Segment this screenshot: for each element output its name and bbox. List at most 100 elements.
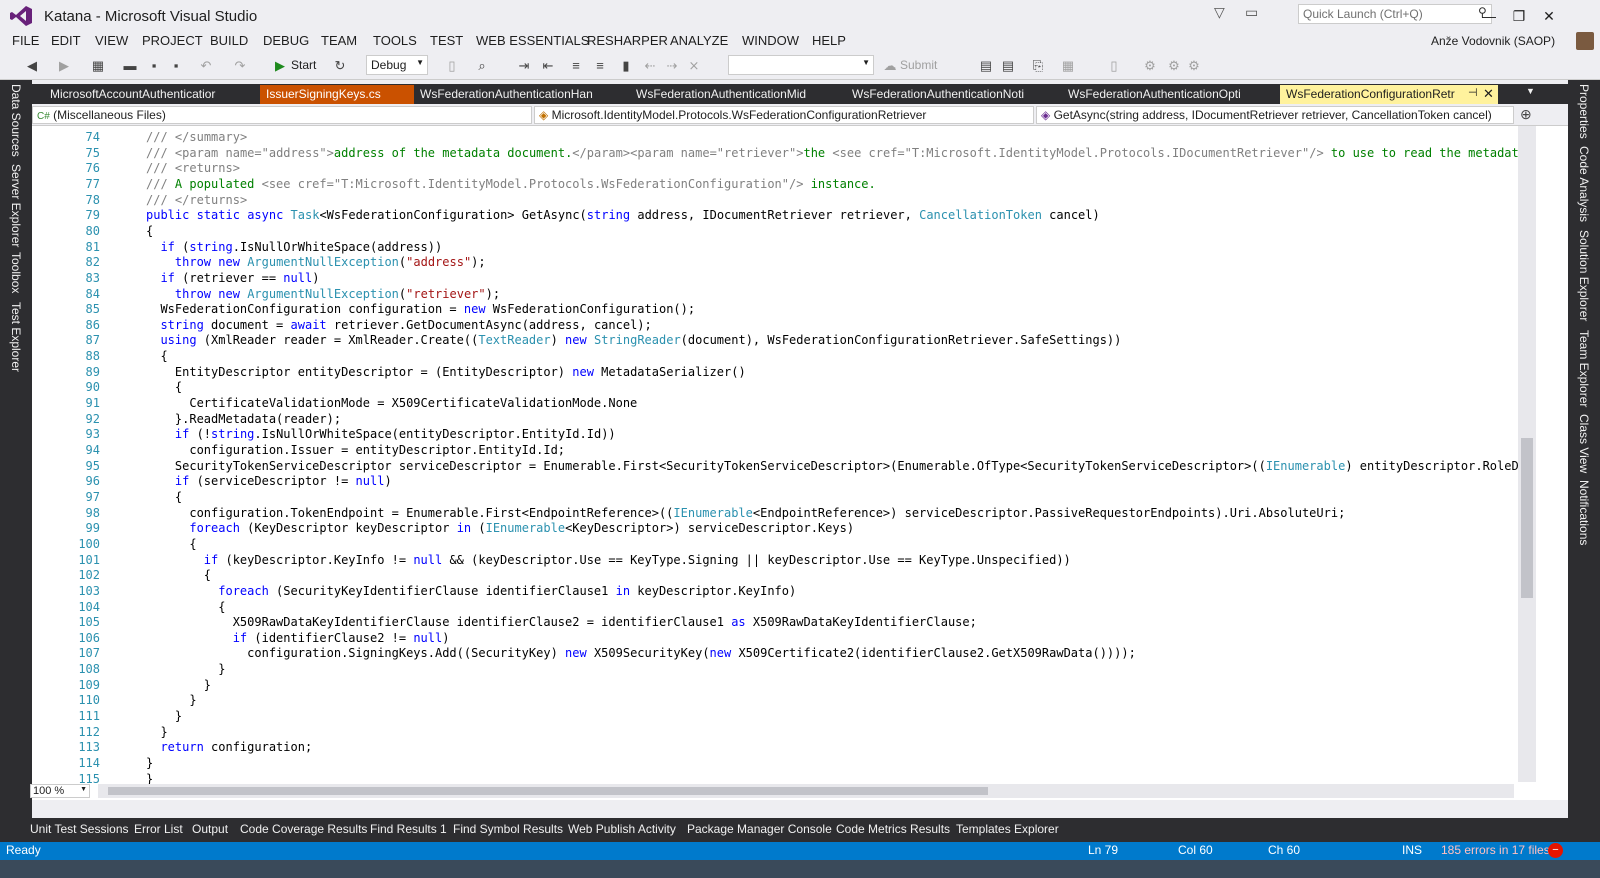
code-text[interactable]: configuration.Issuer = entityDescriptor.… <box>146 443 565 457</box>
refresh-icon[interactable]: ↻ <box>330 56 350 76</box>
vertical-scroll-thumb[interactable] <box>1521 438 1533 598</box>
menu-web-essentials[interactable]: WEB ESSENTIALS <box>476 33 589 48</box>
vertical-scrollbar[interactable] <box>1518 126 1536 782</box>
menu-test[interactable]: TEST <box>430 33 463 48</box>
doc-tab[interactable]: WsFederationAuthenticationOpti <box>1062 85 1280 104</box>
code-line[interactable]: 99 foreach (KeyDescriptor keyDescriptor … <box>32 521 1528 535</box>
code-text[interactable]: { <box>146 380 182 394</box>
tab-output[interactable]: Output <box>192 822 228 836</box>
code-line[interactable]: 102 { <box>32 568 1528 582</box>
zoom-select[interactable]: 100 % ▼ <box>30 784 90 798</box>
code-line[interactable]: 95 SecurityTokenServiceDescriptor servic… <box>32 459 1528 473</box>
code-line[interactable]: 110 } <box>32 693 1528 707</box>
code-text[interactable]: configuration.SigningKeys.Add((SecurityK… <box>146 646 1136 660</box>
start-button[interactable]: Start <box>291 58 316 72</box>
code-line[interactable]: 114} <box>32 756 1528 770</box>
code-line[interactable]: 77 /// A populated <see cref="T:Microsoft… <box>32 177 1528 191</box>
code-line[interactable]: 106 if (identifierClause2 != null) <box>32 631 1528 645</box>
dock-tab-team-explorer[interactable]: Team Explorer <box>1577 330 1591 407</box>
prev-bookmark-icon[interactable]: ⇠ <box>640 56 660 76</box>
menu-build[interactable]: BUILD <box>210 33 248 48</box>
code-text[interactable]: string document = await retriever.GetDoc… <box>146 318 651 332</box>
code-line[interactable]: 81 if (string.IsNullOrWhiteSpace(address… <box>32 240 1528 254</box>
code-text[interactable]: } <box>146 725 167 739</box>
code-text[interactable]: foreach (KeyDescriptor keyDescriptor in … <box>146 521 854 535</box>
user-name[interactable]: Anže Vodovnik (SAOP) <box>1431 34 1555 48</box>
quick-launch-input[interactable]: Quick Launch (Ctrl+Q) <box>1298 4 1492 24</box>
tab-find-results-1[interactable]: Find Results 1 <box>370 822 447 836</box>
code-text[interactable]: /// <returns> <box>146 161 240 175</box>
close-button[interactable]: ✕ <box>1534 4 1564 28</box>
new-project-icon[interactable]: ▦ <box>88 56 108 76</box>
code-line[interactable]: 97 { <box>32 490 1528 504</box>
pin-icon[interactable]: ⊣ <box>1468 86 1478 99</box>
code-line[interactable]: 112 } <box>32 725 1528 739</box>
doc-tab[interactable]: WsFederationAuthenticationHan <box>414 85 630 104</box>
code-line[interactable]: 92 }.ReadMetadata(reader); <box>32 412 1528 426</box>
code-line[interactable]: 74 /// </summary> <box>32 130 1528 144</box>
code-line[interactable]: 100 { <box>32 537 1528 551</box>
code-line[interactable]: 80 { <box>32 224 1528 238</box>
menu-edit[interactable]: EDIT <box>51 33 81 48</box>
menu-resharper[interactable]: RESHARPER <box>587 33 668 48</box>
doc-tab[interactable]: WsFederationAuthenticationMid <box>630 85 846 104</box>
code-line[interactable]: 113 return configuration; <box>32 740 1528 754</box>
tab-web-publish-activity[interactable]: Web Publish Activity <box>568 822 676 836</box>
code-text[interactable]: { <box>146 349 167 363</box>
close-tab-icon[interactable]: ✕ <box>1483 86 1494 102</box>
next-bookmark-icon[interactable]: ⇢ <box>662 56 682 76</box>
code-text[interactable]: { <box>146 490 182 504</box>
code-line[interactable]: 104 { <box>32 600 1528 614</box>
code-text[interactable]: EntityDescriptor entityDescriptor = (Ent… <box>146 365 746 379</box>
code-text[interactable]: if (serviceDescriptor != null) <box>146 474 392 488</box>
doc-tab[interactable]: IssuerSigningKeys.cs <box>260 85 414 104</box>
dock-tab-test-explorer[interactable]: Test Explorer <box>9 302 23 372</box>
code-text[interactable]: /// </returns> <box>146 193 247 207</box>
code-text[interactable]: { <box>146 568 211 582</box>
dock-tab-server-explorer[interactable]: Server Explorer <box>9 164 23 247</box>
page-icon[interactable]: ▯ <box>1104 56 1124 76</box>
code-text[interactable]: public static async Task<WsFederationCon… <box>146 208 1100 222</box>
tool-extra-icon[interactable]: ⚙ <box>1184 56 1204 76</box>
save-all-icon[interactable]: ▪ <box>166 56 186 76</box>
code-text[interactable]: WsFederationConfiguration configuration … <box>146 302 695 316</box>
save-icon[interactable]: ▪ <box>144 56 164 76</box>
menu-file[interactable]: FILE <box>12 33 39 48</box>
start-icon[interactable]: ▶ <box>270 56 290 76</box>
tab-templates-explorer[interactable]: Templates Explorer <box>956 822 1059 836</box>
code-text[interactable]: if (retriever == null) <box>146 271 319 285</box>
maximize-button[interactable]: ❐ <box>1504 4 1534 28</box>
code-text[interactable]: { <box>146 537 196 551</box>
code-text[interactable]: CertificateValidationMode = X509Certific… <box>146 396 637 410</box>
split-window-icon[interactable]: ⊕ <box>1520 106 1532 123</box>
doc-tab[interactable]: MicrosoftAccountAuthenticatior <box>44 85 256 104</box>
outdent-icon[interactable]: ⇤ <box>538 56 558 76</box>
dock-tab-notifications[interactable]: Notifications <box>1577 480 1591 545</box>
bookmark-icon[interactable]: ▮ <box>616 56 636 76</box>
code-line[interactable]: 107 configuration.SigningKeys.Add((Secur… <box>32 646 1528 660</box>
dock-tab-data-sources[interactable]: Data Sources <box>9 84 23 157</box>
horizontal-scroll-thumb[interactable] <box>108 787 988 795</box>
status-insert-mode[interactable]: INS <box>1402 843 1422 857</box>
code-text[interactable]: using (XmlReader reader = XmlReader.Crea… <box>146 333 1121 347</box>
filter-icon[interactable]: ▽ <box>1214 4 1225 21</box>
code-line[interactable]: 108 } <box>32 662 1528 676</box>
member-select[interactable]: ◈ GetAsync(string address, IDocumentRetr… <box>1036 106 1514 124</box>
comment-icon[interactable]: ≡ <box>566 56 586 76</box>
code-text[interactable]: /// <param name="address">address of the… <box>146 146 1528 160</box>
code-text[interactable]: foreach (SecurityKeyIdentifierClause ide… <box>146 584 796 598</box>
doc-tab[interactable]: WsFederationAuthenticationNoti <box>846 85 1062 104</box>
menu-tools[interactable]: TOOLS <box>373 33 417 48</box>
document-icon[interactable]: ▯ <box>442 56 462 76</box>
menu-debug[interactable]: DEBUG <box>263 33 309 48</box>
code-text[interactable]: if (string.IsNullOrWhiteSpace(address)) <box>146 240 442 254</box>
code-line[interactable]: 87 using (XmlReader reader = XmlReader.C… <box>32 333 1528 347</box>
menu-help[interactable]: HELP <box>812 33 846 48</box>
tab-package-manager-console[interactable]: Package Manager Console <box>687 822 832 836</box>
menu-analyze[interactable]: ANALYZE <box>670 33 728 48</box>
code-editor[interactable]: 74 /// </summary> 75 /// <param name="addre… <box>32 126 1568 800</box>
code-text[interactable]: return configuration; <box>146 740 312 754</box>
uncomment-icon[interactable]: ≡ <box>590 56 610 76</box>
code-text[interactable]: }.ReadMetadata(reader); <box>146 412 341 426</box>
code-text[interactable]: } <box>146 693 196 707</box>
